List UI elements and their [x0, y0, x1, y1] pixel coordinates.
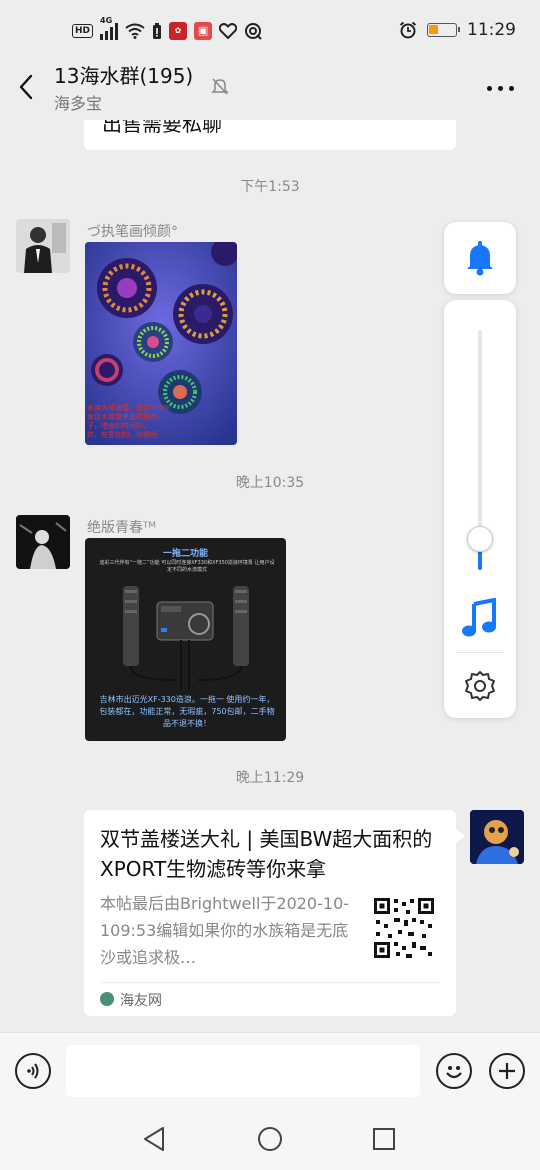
battery-icon	[427, 23, 460, 37]
settings-gear-icon[interactable]	[464, 670, 496, 702]
volume-slider-thumb[interactable]	[467, 526, 493, 552]
nav-home-icon[interactable]	[257, 1126, 283, 1152]
alarm-icon	[399, 21, 417, 39]
timestamp: 晚上11:29	[235, 770, 305, 786]
divider	[456, 652, 504, 653]
image-message-pump[interactable]: 一拖二功能 迪彩三代伴有“一拖二”功能 可以同时连接XF330和XF350造浪环…	[85, 538, 286, 741]
input-bar	[0, 1032, 540, 1108]
message-input[interactable]	[66, 1045, 420, 1097]
sender-name: 绝版青春ᵀᴹ	[87, 520, 156, 536]
hotspot-icon	[245, 23, 262, 40]
divider	[100, 982, 440, 983]
volume-panel	[444, 300, 516, 718]
image-caption-text: 吉林市出迈光XF-330造浪。一拖一 使用约一年，包装都在，功能正常，无瑕疵，7…	[99, 695, 275, 728]
wifi-icon	[125, 23, 145, 39]
chat-subtitle: 海多宝	[54, 94, 103, 113]
chat-header: 13海水群(195) 海多宝	[0, 56, 540, 120]
link-card-source: 海友网	[120, 993, 162, 1009]
system-nav-bar	[0, 1108, 540, 1170]
timestamp: 下午1:53	[240, 179, 300, 195]
source-logo-icon	[100, 992, 114, 1006]
network-type: 4G	[100, 16, 113, 25]
voice-icon[interactable]	[15, 1053, 51, 1089]
more-dots-icon[interactable]	[487, 86, 514, 91]
avatar[interactable]	[16, 515, 70, 569]
image-subtext: 迪彩三代伴有“一拖二”功能 可以同时连接XF330和XF350造浪环境泵 让用户…	[99, 560, 275, 573]
status-left-icons: HD 4G ✿ ▣	[72, 16, 262, 40]
image-heading: 一拖二功能	[162, 549, 208, 559]
app-notification-icon: ▣	[194, 22, 213, 40]
hd-icon: HD	[72, 24, 94, 38]
volume-ringer-button[interactable]	[444, 222, 516, 294]
app-notification-icon: ✿	[169, 22, 188, 40]
image-message-coral[interactable]: 水族大师海藻，测评100% 发现水族馆里面的东西， 子，喂食的时间的， 你，在意…	[85, 242, 237, 445]
avatar[interactable]	[16, 219, 70, 273]
battery-saver-icon	[153, 23, 162, 39]
link-card[interactable]: 双节盖楼送大礼 | 美国BW超大面积的XPORT生物滤砖等你来拿 本帖最后由Br…	[84, 810, 465, 1016]
message-bubble-previous[interactable]: 出售需要私聊	[84, 120, 456, 150]
link-card-title: 双节盖楼送大礼 | 美国BW超大面积的XPORT生物滤砖等你来拿	[100, 827, 433, 881]
nav-back-icon[interactable]	[142, 1126, 166, 1152]
plus-icon[interactable]	[489, 1053, 525, 1089]
image-caption-text: 水族大师海藻，测评100% 发现水族馆里面的东西， 子，喂食的时间的， 你，在意…	[87, 404, 171, 439]
back-arrow-icon[interactable]	[16, 72, 38, 102]
avatar-self[interactable]	[470, 810, 524, 864]
heart-icon	[219, 23, 238, 39]
bell-icon	[467, 241, 493, 276]
clock: 11:29	[467, 20, 516, 40]
emoji-icon[interactable]	[436, 1053, 472, 1089]
signal-icon: 4G	[100, 16, 119, 40]
sender-name: づ执笔画倾颜°	[87, 224, 178, 240]
music-note-icon[interactable]	[462, 598, 498, 638]
message-text: 出售需要私聊	[102, 120, 222, 136]
qr-code-thumbnail	[372, 896, 436, 960]
status-right-icons: 11:29	[399, 20, 516, 40]
battery-level	[429, 25, 438, 34]
status-bar: HD 4G ✿ ▣ 11:29	[0, 0, 540, 64]
nav-recents-icon[interactable]	[372, 1127, 396, 1151]
chat-title: 13海水群(195)	[54, 64, 194, 88]
link-card-description: 本帖最后由Brightwell于2020-10-109:53编辑如果你的水族箱是…	[100, 894, 350, 967]
mute-bell-icon	[211, 78, 229, 95]
